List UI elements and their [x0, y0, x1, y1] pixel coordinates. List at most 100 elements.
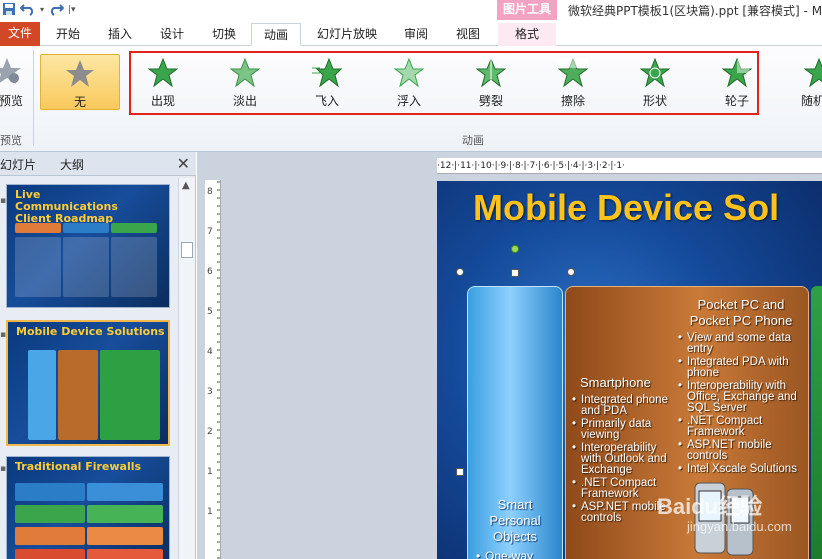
tab-outline[interactable]: 大纲: [60, 156, 84, 173]
animation-none-button[interactable]: 无: [40, 54, 120, 110]
animation-split-button[interactable]: 劈裂: [456, 54, 526, 110]
tab-design[interactable]: 设计: [152, 23, 192, 46]
customize-qat-icon[interactable]: |▾: [68, 2, 76, 18]
slide-thumbnail-3[interactable]: Traditional Firewalls: [6, 456, 170, 559]
appear-star-icon: [148, 58, 178, 88]
watermark-logo: Baidu经验: [657, 494, 763, 519]
animation-shape-button[interactable]: 形状: [620, 54, 690, 110]
vertical-ruler-ticks: 8 7 6 5 4 3 2 1 1: [207, 181, 220, 559]
slide-thumbnail-title: Traditional Firewalls: [15, 460, 142, 473]
tab-review[interactable]: 审阅: [396, 23, 436, 46]
float-in-label: 浮入: [396, 94, 421, 108]
wipe-star-icon: [558, 58, 588, 88]
bullet-item: ASP.NET mobile controls: [678, 439, 808, 462]
animation-fly-in-button[interactable]: 飞入: [292, 54, 362, 110]
bullet-item: .NET Compact Framework: [678, 415, 808, 438]
random-bars-star-icon: [804, 58, 822, 88]
col2-heading: Smartphone: [580, 375, 651, 390]
pane-tabs: 幻灯片 大纲 ✕: [0, 152, 196, 176]
bullet-item: Integrated phone and PDA: [572, 394, 672, 417]
animation-group-label: 动画: [462, 134, 484, 147]
bullet-item: Primarily data viewing: [572, 418, 672, 441]
none-label: 无: [73, 95, 86, 109]
tab-transitions[interactable]: 切换: [204, 23, 244, 46]
redo-icon[interactable]: [48, 2, 65, 18]
preview-label: 预览: [0, 94, 23, 108]
preview-star-icon: [0, 58, 21, 84]
ruler-tick-label: 1: [207, 507, 213, 517]
scroll-up-icon[interactable]: ▲: [182, 180, 190, 191]
tab-insert[interactable]: 插入: [100, 23, 140, 46]
tab-view[interactable]: 视图: [448, 23, 488, 46]
slides-pane: 幻灯片 大纲 ✕ ▪ Live Communications Client Ro…: [0, 152, 196, 559]
fade-star-icon: [230, 58, 260, 88]
ruler-tick-label: 1: [207, 467, 213, 477]
selection-handle[interactable]: [456, 468, 464, 476]
selection-handle[interactable]: [511, 269, 519, 277]
float-in-star-icon: [394, 58, 424, 88]
animation-appear-button[interactable]: 出现: [128, 54, 198, 110]
animation-wipe-button[interactable]: 擦除: [538, 54, 608, 110]
animation-fade-button[interactable]: 淡出: [210, 54, 280, 110]
preview-button[interactable]: 预览: [0, 54, 30, 114]
ruler-tick-label: 7: [207, 227, 213, 237]
col3-heading: Pocket PC and Pocket PC Phone: [689, 297, 793, 328]
tab-format[interactable]: 格式: [498, 23, 556, 46]
shape-star-icon: [640, 58, 670, 88]
tab-file[interactable]: 文件: [0, 22, 40, 46]
slides-scrollbar[interactable]: ▲: [178, 178, 195, 559]
wipe-label: 擦除: [560, 94, 585, 108]
wheel-label: 轮子: [724, 94, 749, 108]
ruler-tick-label: 6: [207, 267, 213, 277]
fly-in-label: 飞入: [314, 94, 339, 108]
window-title: 微软经典PPT模板1(区块篇).ppt [兼容模式] - M: [568, 4, 822, 18]
split-star-icon: [476, 58, 506, 88]
bullet-item: Interoperability with Office, Exchange a…: [678, 380, 808, 414]
undo-dropdown-icon[interactable]: ▾: [40, 2, 44, 18]
rotation-handle[interactable]: [511, 245, 519, 253]
ruler-tick-label: 8: [207, 187, 213, 197]
slide-thumbnail-2[interactable]: Mobile Device Solutions: [6, 320, 170, 446]
group-separator: [33, 50, 34, 146]
smart-objects-column[interactable]: Smart Personal Objects One-way: [467, 286, 563, 559]
tab-slideshow[interactable]: 幻灯片放映: [310, 23, 384, 46]
selection-handle[interactable]: [456, 268, 464, 276]
ruler-tick-label: 5: [207, 307, 213, 317]
watermark-url: jingyan.baidu.com: [687, 519, 792, 534]
scroll-thumb[interactable]: [181, 242, 193, 258]
bullet-item: Integrated PDA with phone: [678, 356, 808, 379]
slide-title[interactable]: Mobile Device Sol: [473, 187, 779, 229]
context-tab-group-label: 图片工具: [497, 0, 557, 20]
appear-label: 出现: [150, 94, 175, 108]
col1-bullet: One-way: [476, 550, 570, 559]
ribbon-tabs: 文件 开始 插入 设计 切换 动画 幻灯片放映 审阅 视图 格式: [0, 20, 822, 46]
vertical-ruler: 8 7 6 5 4 3 2 1 1: [205, 180, 221, 559]
animation-wheel-button[interactable]: 轮子: [702, 54, 772, 110]
save-icon[interactable]: [2, 2, 16, 18]
third-column-edge: [811, 286, 822, 559]
undo-icon[interactable]: [19, 2, 36, 18]
slide-canvas[interactable]: Mobile Device Sol Smart Personal Objects…: [437, 181, 822, 559]
tab-home[interactable]: 开始: [48, 23, 88, 46]
slide-thumbnail-title: Mobile Device Solutions: [16, 325, 165, 338]
bullet-item: Interoperability with Outlook and Exchan…: [572, 442, 672, 476]
bullet-item: View and some data entry: [678, 332, 808, 355]
powerpoint-window: ▾ |▾ 图片工具 微软经典PPT模板1(区块篇).ppt [兼容模式] - M…: [0, 0, 822, 559]
close-icon[interactable]: ✕: [177, 154, 190, 173]
quick-access-toolbar: ▾ |▾: [0, 0, 80, 20]
preview-group-label: 预览: [0, 134, 22, 147]
ribbon-animations: 预览 预览 无 出现 淡出 飞入 浮入 劈裂 擦除 形状 轮子 随机 动画: [0, 46, 822, 152]
tab-animations[interactable]: 动画: [251, 23, 301, 46]
title-bar: ▾ |▾ 图片工具 微软经典PPT模板1(区块篇).ppt [兼容模式] - M: [0, 0, 822, 20]
fade-label: 淡出: [232, 94, 257, 108]
slide-thumbnail-1[interactable]: Live Communications Client Roadmap: [6, 184, 170, 308]
tab-slides[interactable]: 幻灯片: [0, 156, 36, 173]
ruler-tick-label: 2: [207, 427, 213, 437]
ruler-tick-label: 3: [207, 387, 213, 397]
animation-random-bars-button[interactable]: 随机线: [784, 54, 822, 110]
split-label: 劈裂: [478, 94, 503, 108]
col3-bullets: View and some data entry Integrated PDA …: [678, 332, 808, 477]
selection-handle[interactable]: [567, 268, 575, 276]
animation-float-in-button[interactable]: 浮入: [374, 54, 444, 110]
random-bars-label: 随机线: [800, 94, 822, 108]
